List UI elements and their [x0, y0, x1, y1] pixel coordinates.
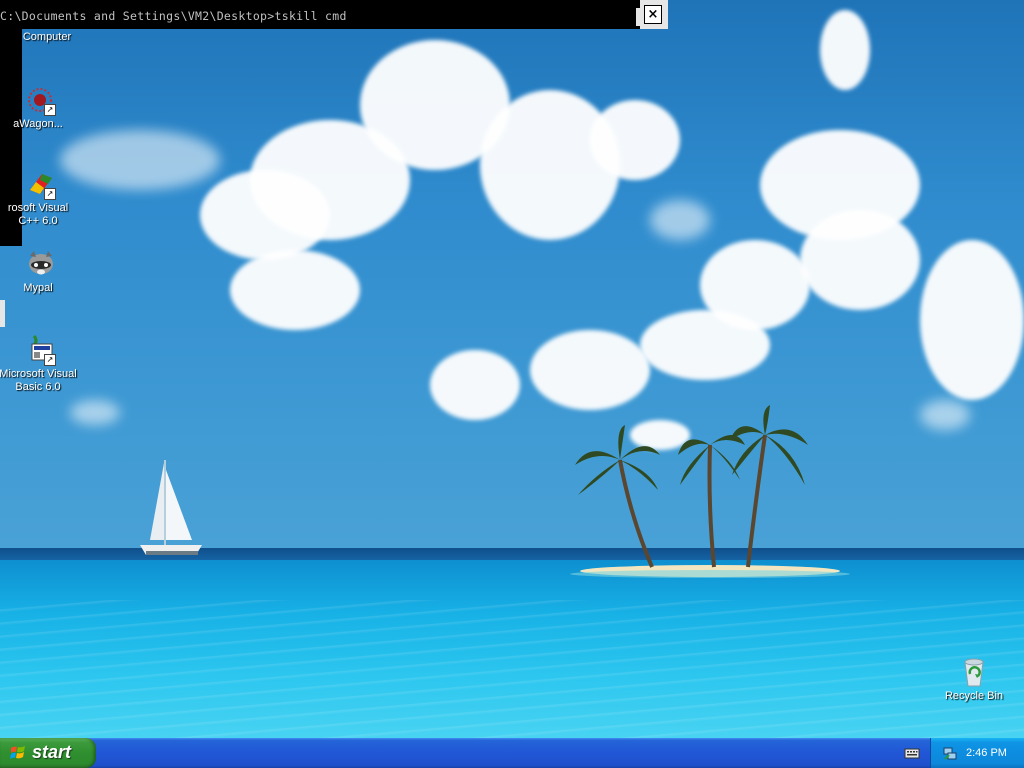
desktop-icon-visual-basic[interactable]: ↗ Microsoft Visual Basic 6.0	[0, 334, 80, 394]
cloud	[590, 100, 680, 180]
sailboat	[140, 460, 202, 555]
desktop-icon-label: Mypal	[23, 282, 53, 294]
desktop-icon-computer[interactable]: Computer	[5, 29, 89, 44]
shortcut-arrow-icon: ↗	[44, 354, 56, 366]
shortcut-arrow-icon: ↗	[44, 188, 56, 200]
close-button[interactable]: ×	[644, 5, 662, 24]
desktop-icon-label-line1: Microsoft Visual	[0, 368, 77, 380]
cloud	[920, 400, 970, 430]
desktop-wallpaper	[0, 0, 1024, 738]
cloud	[800, 210, 920, 310]
taskbar	[0, 738, 1024, 768]
mypal-raccoon-icon	[22, 248, 54, 280]
command-prompt-window[interactable]: C:\Documents and Settings\VM2\Desktop>ts…	[0, 0, 640, 29]
cloud	[820, 10, 870, 90]
recycle-bin-icon	[958, 656, 990, 688]
cloud	[700, 240, 810, 330]
cloud	[230, 250, 360, 330]
visual-cpp-icon: ↗	[22, 168, 56, 200]
shortcut-arrow-icon: ↗	[44, 104, 56, 116]
desktop-icon-label-line1: rosoft Visual	[7, 202, 69, 214]
cloud	[430, 350, 520, 420]
desktop-icon-recycle-bin[interactable]: Recycle Bin	[932, 656, 1016, 703]
cloud	[650, 200, 710, 240]
desktop-icon-label: aWagon...	[13, 118, 63, 130]
island-palms	[570, 405, 850, 578]
desktop-icon-mypal[interactable]: Mypal	[0, 248, 80, 295]
sea-reflection	[0, 600, 1024, 738]
desktop-icon-visual-cpp[interactable]: ↗ rosoft Visual C++ 6.0	[0, 168, 80, 228]
network-tray-icon[interactable]	[942, 745, 958, 761]
clock[interactable]: 2:46 PM	[966, 747, 1007, 759]
awagon-icon: ↗	[22, 84, 56, 116]
desktop-icon-label-line2: Basic 6.0	[15, 381, 61, 393]
windows-logo-icon	[10, 746, 25, 759]
start-label: start	[32, 742, 72, 762]
console-command-line: C:\Documents and Settings\VM2\Desktop>ts…	[0, 9, 347, 23]
cloud	[70, 400, 120, 425]
cloud	[530, 330, 650, 410]
desktop-icon-awagon[interactable]: ↗ aWagon...	[0, 84, 80, 131]
cloud	[60, 130, 220, 190]
window-edge-stub	[0, 300, 5, 327]
cloud	[920, 240, 1024, 400]
desktop-icon-label: Recycle Bin	[944, 690, 1004, 702]
desktop-icon-label: Computer	[22, 31, 72, 43]
desktop-icon-label-line2: C++ 6.0	[18, 215, 58, 227]
visual-basic-icon: ↗	[22, 334, 56, 366]
keyboard-icon[interactable]	[904, 745, 920, 761]
start-button[interactable]: start	[0, 738, 96, 768]
